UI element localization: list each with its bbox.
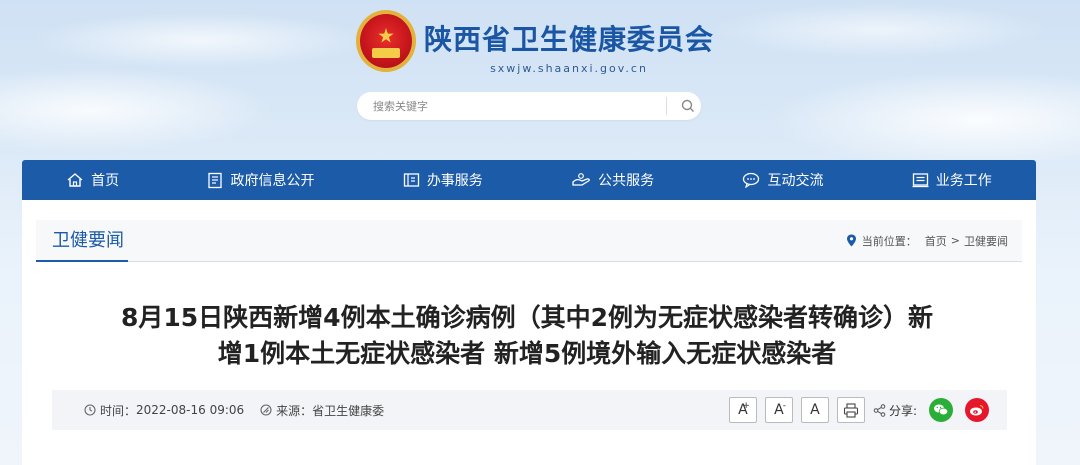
nav-item-label: 公共服务 <box>598 173 655 189</box>
site-domain: sxwjw.shaanxi.gov.cn <box>490 62 648 75</box>
article-meta-bar: 时间： 2022-08-16 09:06 来源： 省卫生健康委 A+ A- A <box>52 390 1007 430</box>
section-header: 卫健要闻 当前位置： 首页 > 卫健要闻 <box>36 220 1022 262</box>
share-section: 分享: <box>873 402 917 419</box>
document-icon <box>208 172 223 188</box>
site-title: 陕西省卫生健康委员会 <box>424 23 715 56</box>
font-default-button[interactable]: A <box>800 397 829 423</box>
nav-item-public-service[interactable]: 公共服务 <box>571 170 654 190</box>
share-icon <box>873 403 886 417</box>
font-decrease-button[interactable]: A- <box>764 397 793 423</box>
nav-item-services[interactable]: 办事服务 <box>403 170 483 190</box>
briefcase-icon <box>912 173 929 188</box>
breadcrumb: 当前位置： 首页 > 卫健要闻 <box>846 233 1022 249</box>
article-title-line-2: 增1例本土无症状感染者 新增5例境外输入无症状感染者 <box>217 339 837 368</box>
main-nav: 首页 政府信息公开 办事服务 公共服务 互动交流 业务工作 <box>22 160 1036 200</box>
clock-icon <box>84 404 96 416</box>
nav-item-label: 政府信息公开 <box>230 173 315 189</box>
national-emblem-icon <box>356 10 416 72</box>
search-divider <box>666 97 667 115</box>
site-logo[interactable]: 陕西省卫生健康委员会 sxwjw.shaanxi.gov.cn <box>356 10 714 75</box>
weibo-icon <box>970 404 984 416</box>
font-decrease-sign: - <box>782 401 786 411</box>
nav-item-interaction[interactable]: 互动交流 <box>742 170 823 190</box>
search-icon[interactable] <box>675 96 701 116</box>
search-input[interactable] <box>373 99 666 113</box>
font-default-label: A <box>810 402 820 418</box>
article-title-line-1: 8月15日陕西新增4例本土确诊病例（其中2例为无症状感染者转确诊）新 <box>121 303 933 332</box>
chat-icon <box>743 172 760 188</box>
nav-item-label: 首页 <box>91 173 120 189</box>
time-value: 2022-08-16 09:06 <box>136 403 245 417</box>
section-title: 卫健要闻 <box>36 220 128 262</box>
printer-icon <box>843 402 859 418</box>
service-icon <box>572 173 591 186</box>
source-label: 来源： <box>276 403 313 418</box>
font-increase-button[interactable]: A + <box>728 397 757 423</box>
nav-item-label: 互动交流 <box>767 173 824 189</box>
nav-item-label: 业务工作 <box>935 173 992 189</box>
time-label: 时间： <box>100 403 137 418</box>
font-increase-sign: + <box>742 401 750 411</box>
source-icon <box>260 404 272 416</box>
article-source: 来源： 省卫生健康委 <box>260 402 384 419</box>
share-wechat-button[interactable] <box>929 398 953 422</box>
home-icon <box>67 173 83 187</box>
share-label: 分享: <box>888 403 917 418</box>
print-button[interactable] <box>836 397 865 423</box>
share-weibo-button[interactable] <box>965 398 989 422</box>
article-title: 8月15日陕西新增4例本土确诊病例（其中2例为无症状感染者转确诊）新 增1例本土… <box>62 300 992 372</box>
wechat-icon <box>934 404 949 416</box>
location-pin-icon <box>846 234 856 247</box>
source-value: 省卫生健康委 <box>312 403 385 418</box>
breadcrumb-home[interactable]: 首页 <box>925 233 947 249</box>
nav-item-label: 办事服务 <box>426 173 483 189</box>
search-bar <box>357 92 701 120</box>
folder-icon <box>403 173 419 187</box>
nav-item-home[interactable]: 首页 <box>66 170 119 190</box>
nav-item-gov-info[interactable]: 政府信息公开 <box>207 170 314 190</box>
main-content: 卫健要闻 当前位置： 首页 > 卫健要闻 8月15日陕西新增4例本土确诊病例（其… <box>22 200 1036 465</box>
breadcrumb-current[interactable]: 卫健要闻 <box>964 233 1008 249</box>
breadcrumb-separator: > <box>950 234 960 247</box>
publish-time: 时间： 2022-08-16 09:06 <box>84 402 244 419</box>
nav-item-business[interactable]: 业务工作 <box>912 170 992 190</box>
location-label: 当前位置： <box>861 234 917 248</box>
